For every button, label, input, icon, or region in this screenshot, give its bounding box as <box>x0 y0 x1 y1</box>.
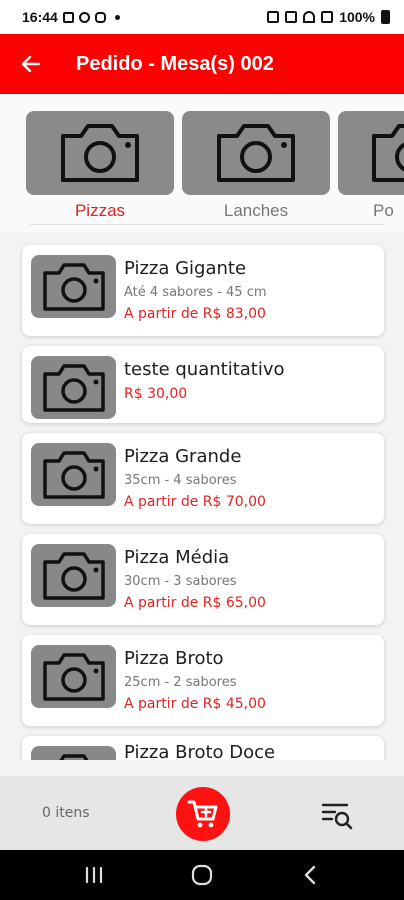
recent-apps-button[interactable] <box>74 855 114 895</box>
home-icon <box>191 864 213 886</box>
camera-icon <box>42 262 105 311</box>
camera-icon <box>61 124 139 182</box>
product-image <box>31 544 116 607</box>
battery-percent: 100% <box>339 9 375 25</box>
cart-add-icon <box>187 800 218 828</box>
category-label: Po <box>373 201 394 220</box>
product-info: teste quantitativo R$ 30,00 <box>124 346 285 402</box>
camera-icon <box>217 124 295 182</box>
battery-icon <box>381 10 390 24</box>
product-image <box>31 746 116 760</box>
product-name: Pizza Grande <box>124 446 242 467</box>
category-strip[interactable]: Pizzas Lanches Po <box>0 94 404 232</box>
back-nav-button[interactable] <box>290 855 330 895</box>
status-left: 16:44 <box>22 9 120 25</box>
category-label: Pizzas <box>74 201 126 220</box>
wifi-icon <box>303 11 316 23</box>
home-button[interactable] <box>182 855 222 895</box>
product-image <box>31 645 116 708</box>
camera-icon <box>42 551 105 600</box>
product-info: Pizza Grande 35cm - 4 sabores A partir d… <box>124 433 266 510</box>
product-info: Pizza Média 30cm - 3 sabores A partir de… <box>124 534 266 611</box>
product-image <box>31 443 116 506</box>
instagram-icon <box>94 11 106 23</box>
product-list[interactable]: Pizza Gigante Até 4 sabores - 45 cm A pa… <box>0 232 404 760</box>
product-card[interactable]: Pizza Grande 35cm - 4 sabores A partir d… <box>22 433 384 524</box>
product-info: Pizza Gigante Até 4 sabores - 45 cm A pa… <box>124 245 267 322</box>
filter-search-button[interactable] <box>320 798 354 832</box>
product-description: 35cm - 4 sabores <box>124 473 237 488</box>
whatsapp-icon <box>78 11 90 23</box>
camera-icon <box>58 753 89 760</box>
app-bar: Pedido - Mesa(s) 002 <box>0 34 404 94</box>
cart-items-count: 0 itens <box>42 805 90 821</box>
product-image <box>31 356 116 419</box>
product-price: A partir de R$ 70,00 <box>124 494 266 510</box>
category-image <box>338 111 404 195</box>
product-card[interactable]: Pizza Broto 25cm - 2 sabores A partir de… <box>22 635 384 726</box>
chevron-left-icon <box>304 865 316 885</box>
product-description: 25cm - 2 sabores <box>124 675 237 690</box>
product-card[interactable]: Pizza Broto Doce <box>22 736 384 760</box>
product-description: 30cm - 3 sabores <box>124 574 237 589</box>
category-image <box>182 111 330 195</box>
system-nav-bar <box>0 850 404 900</box>
status-time: 16:44 <box>22 9 58 25</box>
product-info: Pizza Broto Doce <box>124 736 275 760</box>
camera-icon <box>42 450 105 499</box>
category-partial[interactable]: Po <box>338 111 404 221</box>
mute-icon <box>285 11 298 23</box>
arrow-left-icon <box>21 55 41 73</box>
page-title: Pedido - Mesa(s) 002 <box>76 52 274 75</box>
category-label: Lanches <box>223 201 289 220</box>
product-name: Pizza Média <box>124 547 230 568</box>
camera-icon <box>42 363 105 412</box>
product-description: Até 4 sabores - 45 cm <box>124 285 267 300</box>
product-price: A partir de R$ 65,00 <box>124 595 266 611</box>
category-image <box>26 111 174 195</box>
gallery-icon <box>62 11 74 23</box>
camera-icon <box>372 124 404 182</box>
category-divider <box>30 224 384 225</box>
alarm-icon <box>267 11 280 23</box>
product-image <box>31 255 116 318</box>
category-pizzas[interactable]: Pizzas <box>26 111 174 221</box>
product-name: teste quantitativo <box>124 359 285 380</box>
product-card[interactable]: Pizza Média 30cm - 3 sabores A partir de… <box>22 534 384 625</box>
back-button[interactable] <box>0 34 62 94</box>
status-right: 100% <box>267 9 390 25</box>
product-price: A partir de R$ 83,00 <box>124 306 266 322</box>
product-price: R$ 30,00 <box>124 386 188 402</box>
camera-icon <box>42 652 105 701</box>
cart-button[interactable] <box>176 787 230 841</box>
filter-search-icon <box>321 803 353 830</box>
category-lanches[interactable]: Lanches <box>182 111 330 221</box>
product-name: Pizza Broto <box>124 648 224 669</box>
product-name: Pizza Gigante <box>124 258 247 279</box>
product-card[interactable]: Pizza Gigante Até 4 sabores - 45 cm A pa… <box>22 245 384 336</box>
status-bar: 16:44 100% <box>0 0 404 34</box>
recent-apps-icon <box>85 866 103 884</box>
signal-icon <box>321 11 334 23</box>
product-price: A partir de R$ 45,00 <box>124 696 266 712</box>
bottom-bar: 0 itens <box>0 776 404 850</box>
product-info: Pizza Broto 25cm - 2 sabores A partir de… <box>124 635 266 712</box>
more-notifications-icon <box>114 14 120 20</box>
product-card[interactable]: teste quantitativo R$ 30,00 <box>22 346 384 423</box>
product-name: Pizza Broto Doce <box>124 742 276 760</box>
